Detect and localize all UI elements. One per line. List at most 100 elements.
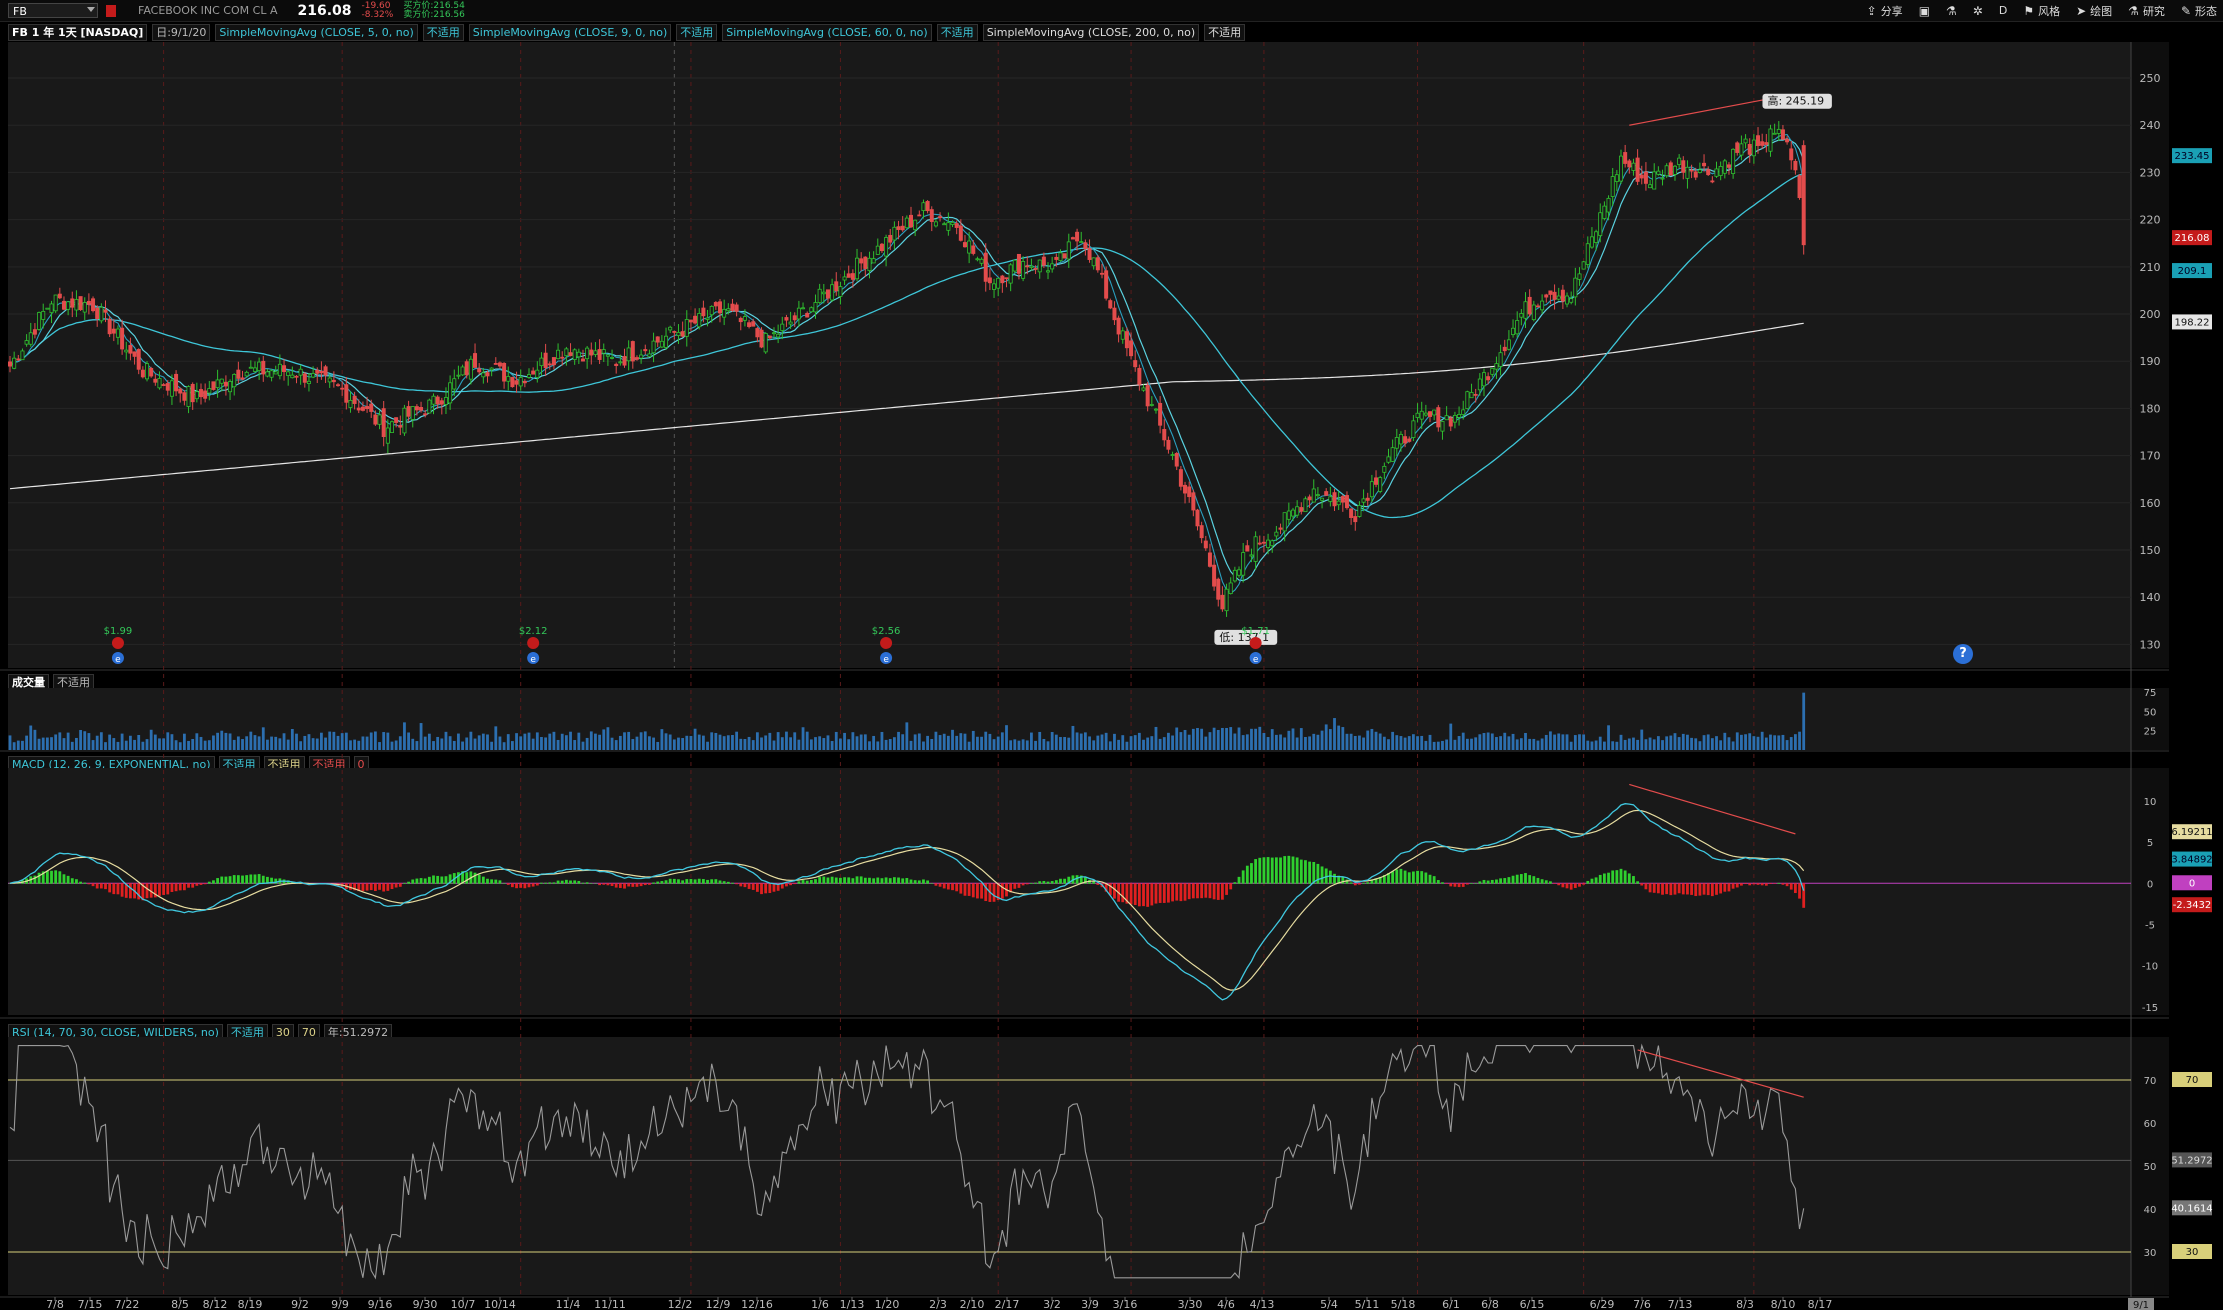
volume-bar (847, 739, 851, 750)
volume-bar (166, 732, 170, 750)
chart-canvas[interactable]: 130140150160170180190200210220230240250高… (0, 0, 2223, 1310)
macd-histogram-bar (1233, 882, 1237, 884)
volume-bar (922, 741, 925, 750)
volume-bar (37, 738, 41, 750)
volume-bar (1436, 741, 1440, 750)
candle-body (1606, 197, 1611, 213)
macd-histogram-bar (116, 883, 120, 895)
macd-histogram-bar (216, 878, 220, 884)
macd-histogram-bar (1241, 870, 1245, 884)
macd-histogram-bar (1204, 883, 1208, 898)
macd-histogram-bar (403, 882, 406, 884)
volume-bar (564, 735, 568, 750)
volume-bar (1059, 737, 1062, 750)
candle-body (294, 375, 299, 378)
candle-body (1025, 265, 1030, 268)
volume-bar (996, 736, 1000, 750)
candle-body (28, 332, 33, 345)
candle-body (1407, 438, 1412, 442)
macd-histogram-bar (809, 880, 813, 884)
macd-histogram-bar (95, 883, 99, 889)
volume-bar (315, 738, 319, 750)
volume-bar (378, 742, 381, 750)
candle-body (277, 363, 282, 377)
candle-body (1394, 437, 1399, 449)
volume-bar (714, 732, 718, 750)
macd-histogram-bar (162, 883, 166, 895)
volume-bar (560, 733, 564, 750)
volume-bar (1536, 740, 1540, 750)
candle-body (1428, 411, 1433, 417)
volume-bar (1486, 732, 1490, 750)
candle-body (813, 302, 818, 313)
candle-body (954, 223, 959, 228)
candle-body (975, 258, 980, 261)
x-tick-label: 8/19 (238, 1298, 263, 1310)
volume-bar (664, 733, 668, 750)
macd-histogram-bar (1702, 883, 1706, 895)
candle-body (917, 214, 922, 217)
x-tick-label: 3/2 (1043, 1298, 1061, 1310)
x-tick-label: 7/15 (78, 1298, 103, 1310)
macd-histogram-bar (178, 883, 182, 891)
candle-body (651, 340, 656, 354)
candle-body (356, 407, 361, 411)
candle-body (1457, 413, 1462, 418)
candle-body (228, 381, 233, 393)
macd-histogram-bar (70, 878, 74, 884)
candle-body (1041, 256, 1046, 266)
macd-histogram-bar (182, 883, 186, 891)
x-tick-label: 12/2 (668, 1298, 693, 1310)
macd-histogram-bar (33, 875, 37, 884)
volume-bar (1075, 732, 1079, 750)
macd-histogram-bar (1445, 883, 1449, 884)
candle-body (1054, 256, 1059, 260)
macd-histogram-bar (373, 883, 377, 892)
volume-bar (91, 740, 95, 750)
candle-body (240, 377, 245, 380)
volume-bar (1403, 737, 1407, 750)
help-icon[interactable]: ? (1953, 644, 1973, 664)
volume-bar (1050, 732, 1054, 750)
candle-body (1390, 447, 1395, 462)
candle-body (1531, 304, 1536, 321)
macd-histogram-bar (1698, 883, 1702, 896)
volume-bar (677, 737, 680, 750)
candle-body (236, 369, 241, 379)
volume-bar (1478, 734, 1482, 750)
macd-histogram-bar (934, 883, 938, 886)
candle-body (86, 300, 91, 305)
x-tick-label: 4/6 (1217, 1298, 1235, 1310)
volume-bar (66, 732, 70, 750)
candle-body (1486, 376, 1491, 381)
candle-body (1602, 205, 1607, 219)
volume-bar (693, 728, 697, 750)
volume-bar (1316, 734, 1320, 750)
volume-bar (876, 741, 880, 750)
macd-histogram-bar (1723, 883, 1727, 892)
macd-histogram-bar (212, 880, 215, 884)
candle-body (385, 427, 390, 444)
candle-body (1556, 295, 1561, 300)
candle-body (1162, 429, 1167, 441)
macd-histogram-bar (731, 882, 734, 884)
macd-histogram-bar (436, 875, 440, 884)
volume-bar (373, 731, 377, 750)
volume-bar (1453, 739, 1457, 750)
volume-bar (216, 732, 220, 750)
macd-histogram-bar (847, 877, 851, 884)
volume-bar (1362, 737, 1365, 750)
x-tick-label: 8/12 (203, 1298, 228, 1310)
candle-body (543, 352, 548, 369)
dividend-label: $1.99 (104, 626, 133, 637)
candle-body (892, 226, 897, 241)
candle-body (1440, 421, 1445, 432)
candle-body (1498, 352, 1503, 367)
volume-bar (25, 735, 29, 750)
volume-bar (726, 735, 730, 750)
volume-bar (469, 731, 473, 750)
volume-bar (814, 737, 817, 750)
candle-body (1299, 507, 1304, 512)
candle-body (531, 370, 536, 375)
volume-bar (320, 732, 323, 750)
